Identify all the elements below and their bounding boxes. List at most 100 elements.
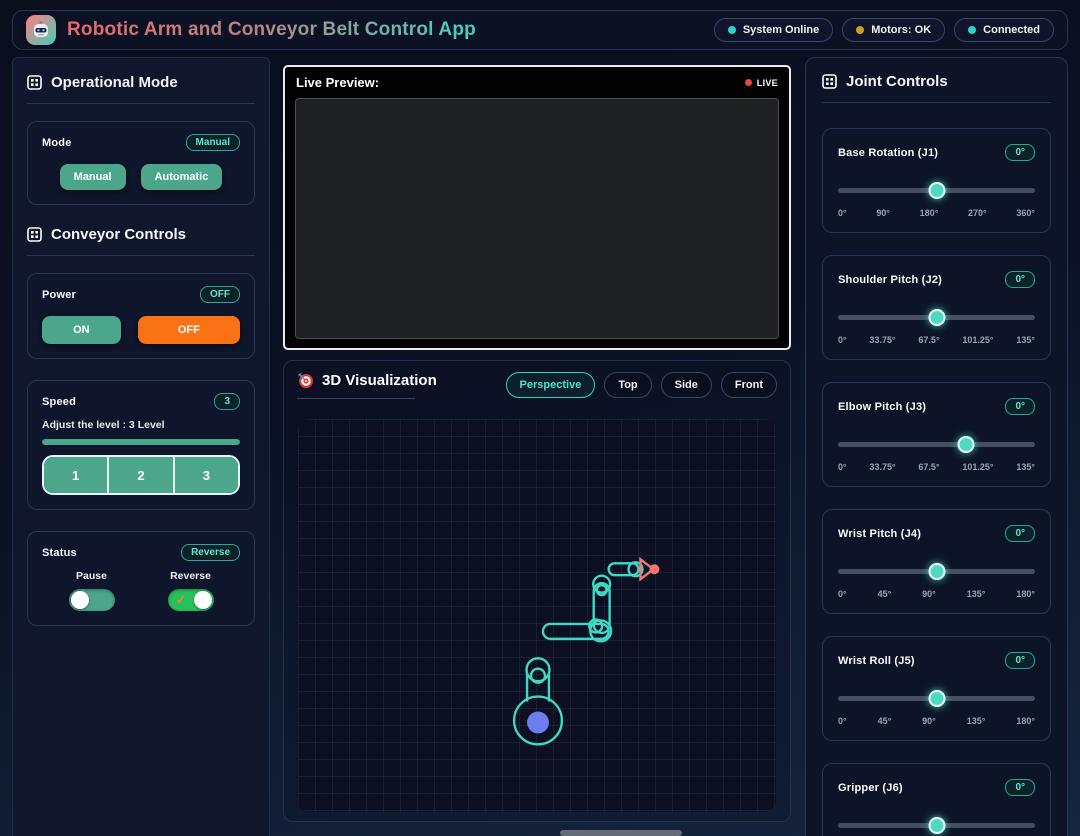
slider-ticks: 0° 33.75° 67.5° 101.25° 135° [838,335,1035,345]
status-badge-system: System Online [714,18,833,42]
toggle-knob[interactable] [194,591,212,609]
pause-toggle-group: Pause ✓ [42,570,141,611]
tick-label: 0° [838,335,847,345]
section-title-operational-mode: Operational Mode [27,74,255,91]
status-dot-icon [856,26,864,34]
speed-progress-bar [42,439,240,445]
tick-label: 33.75° [869,335,895,345]
mode-card: Mode Manual Manual Automatic [27,121,255,205]
status-badges: System Online Motors: OK Connected [714,18,1054,42]
view-perspective-button[interactable]: Perspective [506,372,596,398]
joint-card-j1: Base Rotation (J1) 0° 0° 90° 180° 270° 3… [822,128,1051,233]
visualization-title: 3D Visualization [297,372,437,389]
joint-label: Base Rotation (J1) [838,147,938,159]
tick-label: 0° [838,589,847,599]
tick-label: 0° [838,716,847,726]
grid-icon [27,75,42,90]
tick-label: 135° [1016,462,1035,472]
grid-icon [27,227,42,242]
slider-track[interactable] [838,442,1035,447]
joint-slider-j6[interactable] [838,817,1035,834]
power-on-button[interactable]: ON [42,316,121,344]
speed-card: Speed 3 Adjust the level : 3 Level 1 2 3 [27,380,255,510]
joint-label: Shoulder Pitch (J2) [838,274,942,286]
manual-mode-button[interactable]: Manual [60,164,126,190]
joint-controls-panel: Joint Controls Base Rotation (J1) 0° 0° … [805,57,1068,836]
joint-card-j2: Shoulder Pitch (J2) 0° 0° 33.75° 67.5° 1… [822,255,1051,360]
view-top-button[interactable]: Top [604,372,651,398]
status-dot-icon [728,26,736,34]
speed-progress-fill [42,439,240,445]
tick-label: 135° [1016,335,1035,345]
slider-ticks: 0° 45° 90° 135° 180° [838,716,1035,726]
speed-level-2-button[interactable]: 2 [107,457,172,493]
joint-slider-j2[interactable] [838,309,1035,326]
pause-toggle[interactable]: ✓ [69,589,115,611]
slider-knob[interactable] [928,817,945,834]
power-off-button[interactable]: OFF [138,316,240,344]
target-icon [297,372,314,389]
visualization-canvas[interactable] [298,419,776,812]
robot-arm-wireframe [298,419,776,812]
live-dot-icon [745,79,752,86]
status-badge-label: Connected [983,24,1040,36]
joint-slider-j5[interactable] [838,690,1035,707]
tick-label: 180° [1016,589,1035,599]
joint-value-badge: 0° [1005,779,1035,796]
tick-label: 67.5° [918,462,939,472]
section-title-label: Conveyor Controls [51,226,186,243]
slider-knob[interactable] [928,182,945,199]
tick-label: 360° [1016,208,1035,218]
joint-slider-j3[interactable] [838,436,1035,453]
visualization-title-label: 3D Visualization [322,372,437,389]
joint-value-badge: 0° [1005,652,1035,669]
live-video-feed [295,98,779,339]
status-badge-label: Motors: OK [871,24,931,36]
slider-knob[interactable] [928,690,945,707]
slider-knob[interactable] [928,563,945,580]
automatic-mode-button[interactable]: Automatic [141,164,223,190]
reverse-toggle-label: Reverse [170,570,211,582]
section-title-joint-controls: Joint Controls [822,73,1051,90]
joint-label: Gripper (J6) [838,782,903,794]
section-title-label: Operational Mode [51,74,178,91]
slider-ticks: 0° 90° 180° 270° 360° [838,208,1035,218]
slider-ticks: 0° 33.75° 67.5° 101.25° 135° [838,462,1035,472]
speed-level-3-button[interactable]: 3 [173,457,238,493]
reverse-toggle-group: Reverse ✓ [141,570,240,611]
robot-logo-icon [26,15,56,45]
reverse-toggle[interactable]: ✓ [168,589,214,611]
tick-label: 45° [878,716,892,726]
power-card: Power OFF ON OFF [27,273,255,359]
section-title-label: Joint Controls [846,73,948,90]
mode-label: Mode [42,137,72,149]
tick-label: 101.25° [962,335,993,345]
joint-card-j3: Elbow Pitch (J3) 0° 0° 33.75° 67.5° 101.… [822,382,1051,487]
live-indicator: LIVE [745,78,778,88]
joint-card-j4: Wrist Pitch (J4) 0° 0° 45° 90° 135° 180° [822,509,1051,614]
status-badge-connection: Connected [954,18,1054,42]
visualization-panel: 3D Visualization Perspective Top Side Fr… [283,360,791,822]
tick-label: 0° [838,462,847,472]
slider-knob[interactable] [958,436,975,453]
page-title: Robotic Arm and Conveyor Belt Control Ap… [67,19,476,41]
joint-slider-j1[interactable] [838,182,1035,199]
live-preview-panel: Live Preview: LIVE [283,65,791,350]
power-label: Power [42,289,76,301]
speed-level-1-button[interactable]: 1 [44,457,107,493]
view-side-button[interactable]: Side [661,372,712,398]
tick-label: 90° [876,208,890,218]
horizontal-scrollbar[interactable] [560,830,682,836]
joint-value-badge: 0° [1005,525,1035,542]
status-card: Status Reverse Pause ✓ Reverse ✓ [27,531,255,626]
view-button-group: Perspective Top Side Front [506,372,777,398]
slider-knob[interactable] [928,309,945,326]
divider [822,102,1051,103]
tick-label: 135° [967,589,986,599]
tick-label: 90° [922,716,936,726]
joint-slider-j4[interactable] [838,563,1035,580]
view-front-button[interactable]: Front [721,372,777,398]
app-header: Robotic Arm and Conveyor Belt Control Ap… [12,10,1068,50]
toggle-knob[interactable] [71,591,89,609]
speed-description: Adjust the level : 3 Level [42,419,240,431]
